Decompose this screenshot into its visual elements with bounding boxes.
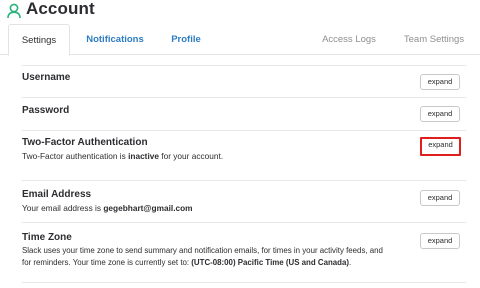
user-icon xyxy=(7,3,21,19)
two-factor-description: Two-Factor authentication is inactive fo… xyxy=(22,150,466,162)
timezone-desc-line1: Slack uses your time zone to send summar… xyxy=(22,246,383,255)
divider xyxy=(22,97,466,98)
two-factor-row: Two-Factor Authentication Two-Factor aut… xyxy=(22,137,466,162)
username-expand-button[interactable]: expand xyxy=(420,74,460,90)
tab-profile[interactable]: Profile xyxy=(164,24,208,55)
two-factor-desc-suffix: for your account. xyxy=(158,151,224,161)
page-title: Account xyxy=(26,0,95,18)
two-factor-title: Two-Factor Authentication xyxy=(22,137,148,148)
timezone-value: (UTC-08:00) Pacific Time (US and Canada) xyxy=(191,258,350,267)
username-row: Username xyxy=(22,72,466,83)
password-title: Password xyxy=(22,105,70,116)
timezone-description: Slack uses your time zone to send summar… xyxy=(22,245,466,269)
divider xyxy=(22,130,466,131)
email-expand-button[interactable]: expand xyxy=(420,190,460,206)
divider xyxy=(22,222,466,223)
username-title: Username xyxy=(22,72,71,83)
tab-access-logs[interactable]: Access Logs xyxy=(318,24,380,55)
timezone-title: Time Zone xyxy=(22,232,72,243)
two-factor-status: inactive xyxy=(128,151,159,161)
divider xyxy=(22,180,466,181)
tab-settings[interactable]: Settings xyxy=(8,24,70,56)
divider xyxy=(22,282,466,283)
timezone-row: Time Zone Slack uses your time zone to s… xyxy=(22,232,466,269)
two-factor-desc-text: Two-Factor authentication is xyxy=(22,151,129,161)
email-description: Your email address is gegebhart@gmail.co… xyxy=(22,202,466,214)
tab-team-settings[interactable]: Team Settings xyxy=(398,24,470,55)
email-row: Email Address Your email address is gege… xyxy=(22,189,466,214)
timezone-desc-suffix: . xyxy=(349,258,352,267)
tab-bar: Settings Notifications Profile Access Lo… xyxy=(0,24,480,56)
email-title: Email Address xyxy=(22,189,92,200)
tab-notifications[interactable]: Notifications xyxy=(84,24,146,55)
email-value: gegebhart@gmail.com xyxy=(103,203,193,213)
password-expand-button[interactable]: expand xyxy=(420,106,460,122)
two-factor-expand-button[interactable]: expand xyxy=(420,137,461,156)
timezone-desc-text: for reminders. Your time zone is current… xyxy=(22,258,192,267)
password-row: Password xyxy=(22,105,466,116)
email-desc-text: Your email address is xyxy=(22,203,104,213)
timezone-expand-button[interactable]: expand xyxy=(420,233,460,249)
divider xyxy=(22,65,466,66)
